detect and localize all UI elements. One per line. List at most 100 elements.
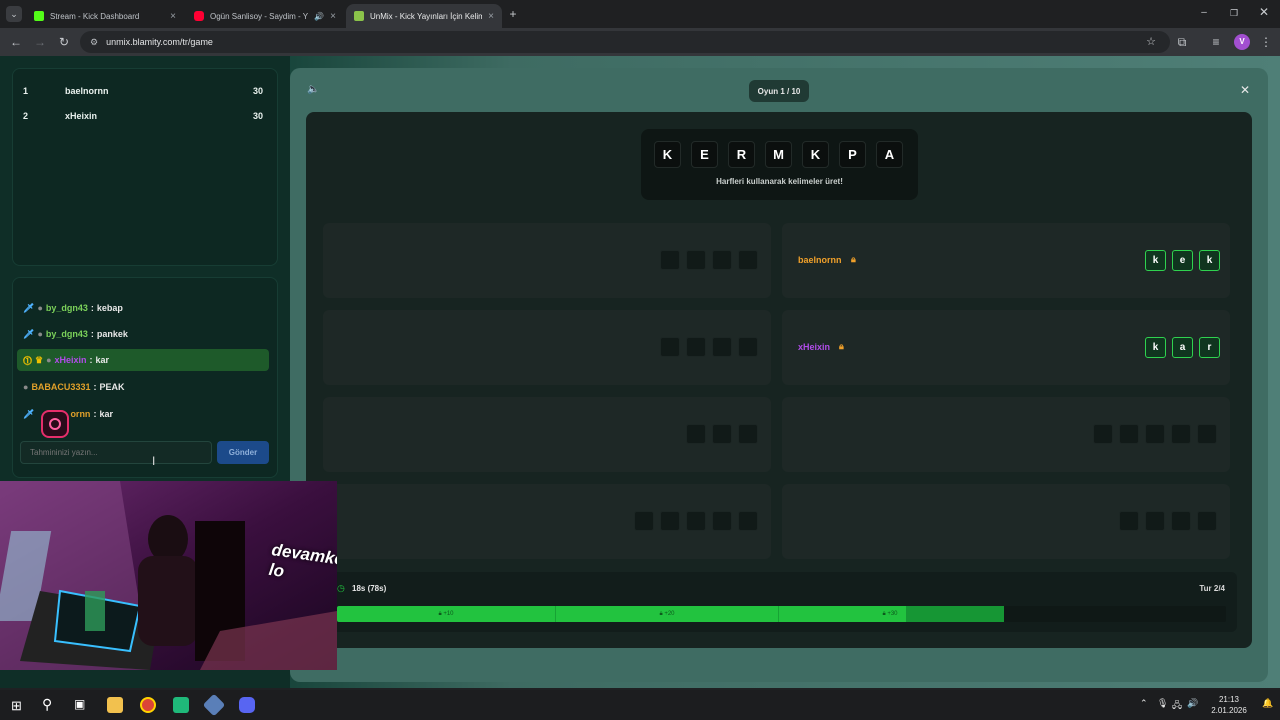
address-field[interactable]: ⚙ unmix.blamity.com/tr/game ☆ [80, 31, 1170, 53]
chrome-icon[interactable] [140, 697, 156, 713]
close-game-icon[interactable]: ✕ [1240, 83, 1250, 97]
chat-message-highlighted: ⓵ ♛ ● xHeixin: kar [17, 349, 269, 371]
timer-panel [323, 572, 1237, 632]
reload-icon[interactable]: ↻ [56, 34, 72, 50]
word-slot [323, 397, 771, 472]
found-letter: a [1172, 337, 1193, 358]
url-text: unmix.blamity.com/tr/game [106, 37, 213, 47]
tab-kick-dashboard[interactable]: Stream - Kick Dashboard × [26, 4, 184, 28]
speaker-icon[interactable]: 🔊 [314, 12, 324, 21]
word-slot-found: xHeixin 🔒︎ k a r [782, 310, 1230, 385]
letter-tile: K [654, 141, 681, 168]
webcam-overlay: devamke lo [0, 481, 337, 670]
tab-youtube[interactable]: Ogün Sanlisoy - Saydim - Y 🔊 × [186, 4, 344, 28]
media-control-icon[interactable]: ≡ [1208, 34, 1224, 50]
lock-icon: 🔒︎ [851, 254, 856, 264]
tab-unmix[interactable]: UnMix - Kick Yayınları İçin Kelim × [346, 4, 502, 28]
milestone: 🔒︎ +20 [556, 606, 779, 622]
robot-icon: ● [37, 303, 43, 313]
clock-time[interactable]: 21:13 [1210, 695, 1248, 704]
menu-icon[interactable]: ⋮ [1258, 34, 1274, 50]
minimize-icon[interactable]: – [1196, 5, 1212, 21]
volume-icon[interactable]: 🔊 [1187, 698, 1198, 709]
close-tab-icon[interactable]: × [170, 11, 176, 22]
word-slot [323, 484, 771, 559]
windows-start-icon[interactable]: ⊞ [11, 698, 22, 714]
word-owner: xHeixin [798, 342, 831, 352]
instagram-icon [41, 410, 69, 438]
chat-message: ● BABACU3331: PEAK [23, 382, 125, 392]
lock-icon: 🔒︎ [882, 610, 886, 617]
timer-icon: ◷ [337, 583, 345, 593]
browser-tab-bar: ⌄ Stream - Kick Dashboard × Ogün Sanliso… [0, 0, 1280, 28]
sword-icon: 🗡 [23, 408, 35, 419]
tab-search-icon[interactable]: ⌄ [6, 6, 22, 22]
chat-message: 🗡 ● by_dgn43: pankek [23, 328, 128, 340]
robot-icon: ● [46, 355, 52, 365]
restore-icon[interactable]: ❐ [1226, 5, 1242, 21]
letter-tile: M [765, 141, 792, 168]
letter-tile: E [691, 141, 718, 168]
guess-input[interactable] [20, 441, 212, 464]
lock-icon: 🔒︎ [659, 610, 663, 617]
microphone-icon[interactable]: 🎙 [1157, 698, 1168, 709]
found-letter: k [1199, 250, 1220, 271]
close-tab-icon[interactable]: × [488, 11, 494, 22]
close-window-icon[interactable]: ✕ [1256, 4, 1272, 20]
extensions-icon[interactable]: ⧉ [1174, 34, 1190, 50]
word-slot [323, 223, 771, 298]
kick-app-icon[interactable] [173, 697, 189, 713]
site-info-icon[interactable]: ⚙ [90, 37, 98, 48]
robot-icon: ● [23, 382, 29, 392]
lock-icon: 🔒︎ [438, 610, 442, 617]
leaderboard-panel: 1 baelnornn 30 2 xHeixin 30 [12, 68, 278, 266]
sword-icon: 🗡 [23, 302, 35, 313]
milestone: 🔒︎ +30 [882, 610, 898, 618]
bookmark-star-icon[interactable]: ☆ [1146, 35, 1156, 48]
unmix-icon [354, 11, 364, 21]
letter-tile: P [839, 141, 866, 168]
word-slot [782, 484, 1230, 559]
text-cursor-icon: I [152, 454, 156, 468]
notification-icon[interactable]: 🔔 [1262, 698, 1273, 709]
round-badge: Oyun 1 / 10 [749, 80, 809, 102]
found-letter: r [1199, 337, 1220, 358]
word-slot [782, 397, 1230, 472]
forward-icon[interactable]: → [32, 34, 48, 50]
found-letter: k [1145, 337, 1166, 358]
file-explorer-icon[interactable] [107, 697, 123, 713]
profile-avatar[interactable]: V [1234, 34, 1250, 50]
app-icon[interactable] [202, 693, 226, 717]
turn-counter: Tur 2/4 [1199, 584, 1225, 593]
new-tab-icon[interactable]: + [505, 6, 521, 22]
sound-icon[interactable]: 🔈 [307, 84, 319, 95]
network-icon[interactable]: 🖧 [1172, 698, 1182, 714]
letter-tile: K [802, 141, 829, 168]
crown-icon: ♛ [35, 354, 44, 365]
progress-bar: 🔒︎ +10 🔒︎ +20 🔒︎ +30 [337, 606, 1226, 622]
lock-icon: 🔒︎ [839, 341, 844, 351]
word-slot-found: baelnornn 🔒︎ k e k [782, 223, 1230, 298]
browser-toolbar: ← → ↻ ⚙ unmix.blamity.com/tr/game ☆ ⧉ ≡ … [0, 28, 1280, 56]
task-view-icon[interactable]: ▣ [74, 697, 85, 711]
found-letter: e [1172, 250, 1193, 271]
tray-chevron-icon[interactable]: ⌃ [1140, 698, 1148, 709]
youtube-icon [194, 11, 204, 21]
robot-icon: ● [37, 329, 43, 339]
close-tab-icon[interactable]: × [330, 11, 336, 22]
letter-tile: R [728, 141, 755, 168]
back-icon[interactable]: ← [8, 34, 24, 50]
word-slot [323, 310, 771, 385]
sword-icon: 🗡 [23, 328, 35, 339]
found-letter: k [1145, 250, 1166, 271]
coin-badge-icon: ⓵ [23, 355, 33, 366]
word-owner: baelnornn [798, 255, 842, 265]
leaderboard-row: 1 baelnornn 30 [23, 86, 263, 96]
clock-date[interactable]: 2.01.2026 [1204, 706, 1254, 715]
send-button[interactable]: Gönder [217, 441, 269, 464]
milestone: 🔒︎ +10 [337, 606, 556, 622]
timer-text: 18s (78s) [352, 584, 387, 593]
search-icon[interactable]: ⚲ [42, 696, 52, 713]
discord-icon[interactable] [239, 697, 255, 713]
taskbar: ⊞ ⚲ ▣ ⌃ 🎙 🖧 🔊 21:13 2.01.2026 🔔 [0, 690, 1280, 720]
